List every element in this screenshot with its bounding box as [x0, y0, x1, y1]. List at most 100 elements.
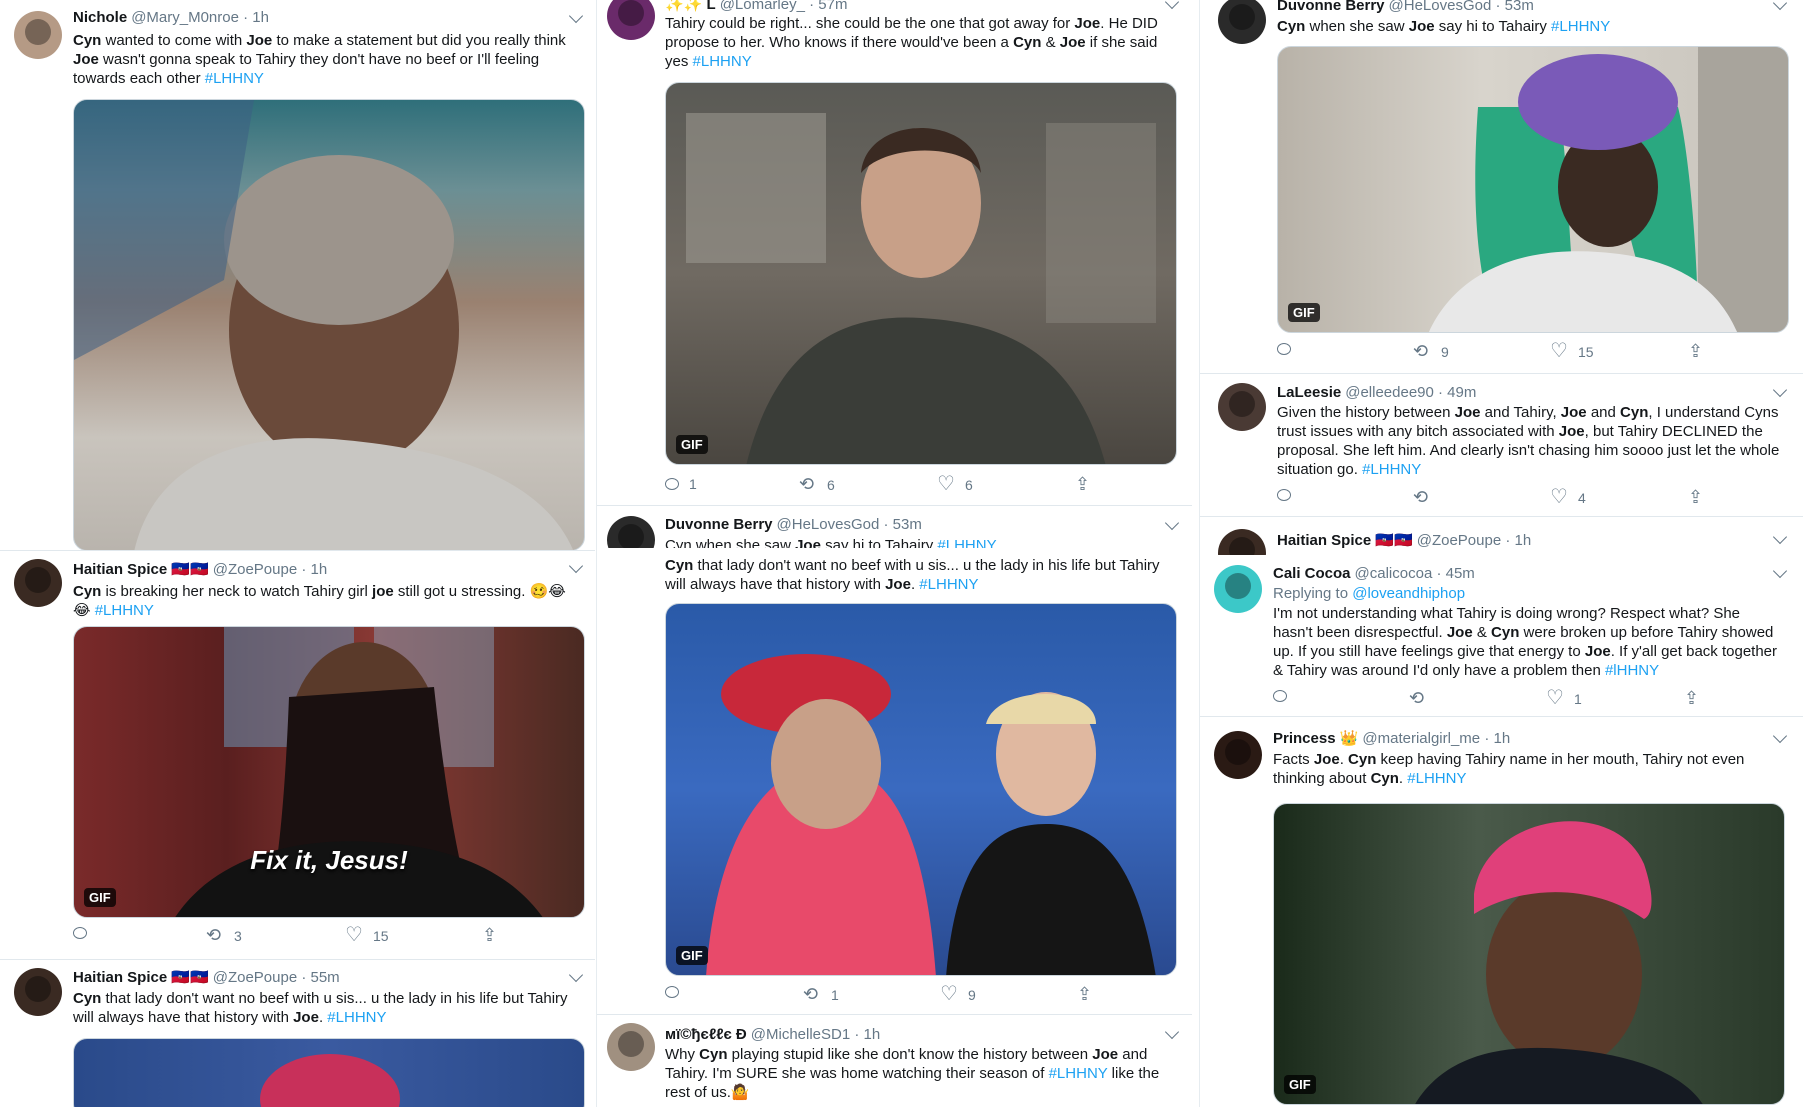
share-icon [1684, 689, 1702, 708]
reply-button[interactable]: 1 [665, 476, 697, 492]
tweet-cali-cocoa[interactable]: Cali Cocoa @calicocoa · 45m Replying to @… [1200, 555, 1803, 715]
like-button[interactable]: 6 [937, 475, 973, 494]
share-button[interactable] [1684, 689, 1702, 708]
retweet-button[interactable] [1409, 689, 1427, 708]
author-name[interactable]: ✨✨ L [665, 0, 716, 13]
tweet-princess[interactable]: Princess 👑 @materialgirl_me · 1h Facts Jo… [1200, 717, 1803, 1107]
author-name[interactable]: Haitian Spice 🇭🇹🇭🇹 [73, 969, 209, 986]
like-count: 15 [1578, 344, 1594, 360]
avatar[interactable] [14, 11, 62, 59]
chevron-down-icon[interactable] [1772, 382, 1788, 398]
avatar[interactable] [607, 1023, 655, 1071]
tweet-l-lomarley[interactable]: ✨✨ L @Lomarley_ · 57m Tahiry could be rig… [597, 0, 1192, 505]
reply-icon [665, 478, 679, 490]
tweet-media[interactable]: Fix it, Jesus! GIF [73, 626, 585, 918]
author-name[interactable]: Duvonne Berry [1277, 0, 1385, 14]
share-button[interactable] [1075, 475, 1093, 494]
retweet-button[interactable]: 6 [799, 475, 835, 494]
author-handle: @ZoePoupe · 1h [1416, 532, 1532, 549]
timeline-column-left: Nichole @Mary_M0nroe · 1h Cyn wanted to c… [0, 0, 595, 1107]
replying-handle-link[interactable]: @loveandhiphop [1352, 585, 1465, 602]
tweet-haitian-spice-2[interactable]: Haitian Spice 🇭🇹🇭🇹 @ZoePoupe · 55m Cyn th… [0, 960, 595, 1107]
tweet-media[interactable]: GIF [1273, 803, 1785, 1105]
tweet-media[interactable]: GIF [1277, 46, 1789, 333]
tweet-text: Why Cyn playing stupid like she don't kn… [665, 1046, 1160, 1101]
avatar[interactable] [607, 0, 655, 40]
reply-button[interactable] [1277, 343, 1291, 355]
author-name[interactable]: мї©ђєℓℓє Đ [665, 1026, 747, 1043]
tweet-media[interactable]: GIF [665, 603, 1177, 976]
retweet-button[interactable] [1413, 488, 1431, 507]
share-icon [1688, 342, 1706, 361]
chevron-down-icon[interactable] [1164, 0, 1180, 10]
like-button[interactable]: 4 [1550, 488, 1586, 507]
avatar[interactable] [607, 516, 655, 548]
chevron-down-icon[interactable] [1772, 728, 1788, 744]
gif-badge: GIF [1288, 303, 1320, 322]
tweet-media[interactable]: GIF [665, 82, 1177, 465]
chevron-down-icon[interactable] [1164, 515, 1180, 531]
chevron-down-icon[interactable] [1772, 0, 1788, 11]
retweet-count: 1 [831, 987, 839, 1003]
avatar[interactable] [1218, 529, 1266, 555]
tweet-haitian-spice-overlap[interactable]: Haitian Spice 🇭🇹🇭🇹 @ZoePoupe · 1h [1200, 517, 1803, 555]
author-name[interactable]: Haitian Spice 🇭🇹🇭🇹 [73, 561, 209, 578]
like-button[interactable]: 1 [1546, 689, 1582, 708]
avatar[interactable] [1214, 731, 1262, 779]
chevron-down-icon[interactable] [568, 558, 584, 574]
like-button[interactable]: 9 [940, 985, 976, 1004]
share-button[interactable] [482, 926, 500, 945]
chevron-down-icon[interactable] [1164, 1024, 1180, 1040]
author-name[interactable]: Nichole [73, 9, 127, 26]
reply-icon [73, 927, 87, 939]
tweet-text: Tahiry could be right... she could be th… [665, 15, 1158, 70]
tweet-text: Facts Joe. Cyn keep having Tahiry name i… [1273, 751, 1745, 787]
share-button[interactable] [1688, 488, 1706, 507]
tweet-laleesie[interactable]: LaLeesie @elleedee90 · 49m Given the hist… [1200, 374, 1803, 516]
retweet-icon [1413, 342, 1431, 361]
tweet-actions: 9 15 [1277, 342, 1782, 363]
tweet-haitian-spice-3[interactable]: Cyn that lady don't want no beef with u … [597, 548, 1192, 1014]
tweet-duvonne-berry-overlap[interactable]: Duvonne Berry @HeLovesGod · 53m Cyn when … [597, 506, 1192, 548]
author-name[interactable]: Cali Cocoa [1273, 565, 1351, 582]
like-count: 6 [965, 477, 973, 493]
retweet-icon [803, 985, 821, 1004]
tweet-text: Cyn that lady don't want no beef with u … [73, 990, 568, 1026]
replying-line: Replying to @loveandhiphop [1273, 584, 1778, 603]
chevron-down-icon[interactable] [1772, 563, 1788, 579]
chevron-down-icon[interactable] [1772, 529, 1788, 545]
avatar[interactable] [14, 968, 62, 1016]
tweet-haitian-spice-1[interactable]: Haitian Spice 🇭🇹🇭🇹 @ZoePoupe · 1h Cyn is … [0, 551, 595, 959]
avatar[interactable] [1218, 383, 1266, 431]
reply-button[interactable] [1277, 489, 1291, 501]
retweet-button[interactable]: 9 [1413, 342, 1449, 361]
chevron-down-icon[interactable] [568, 8, 584, 24]
tweet-media[interactable] [73, 1038, 585, 1107]
author-handle: @ZoePoupe · 1h [212, 561, 328, 578]
chevron-down-icon[interactable] [568, 967, 584, 983]
retweet-button[interactable]: 3 [206, 926, 242, 945]
author-name[interactable]: Duvonne Berry [665, 516, 773, 533]
share-button[interactable] [1077, 985, 1095, 1004]
tweet-duvonne-berry[interactable]: Duvonne Berry @HeLovesGod · 53m Cyn when … [1200, 0, 1803, 372]
author-name[interactable]: Princess 👑 [1273, 730, 1358, 747]
reply-button[interactable] [73, 927, 87, 939]
share-button[interactable] [1688, 342, 1706, 361]
avatar[interactable] [1214, 565, 1262, 613]
retweet-button[interactable]: 1 [803, 985, 839, 1004]
author-name[interactable]: Haitian Spice 🇭🇹🇭🇹 [1277, 532, 1413, 549]
reply-button[interactable] [1273, 690, 1287, 702]
gif-preview-wrestlers [706, 654, 1156, 975]
like-button[interactable]: 15 [345, 926, 389, 945]
avatar[interactable] [14, 559, 62, 607]
avatar[interactable] [1218, 0, 1266, 44]
like-button[interactable]: 15 [1550, 342, 1594, 361]
tweet-media[interactable] [73, 99, 585, 551]
tweet-actions: 1 9 [665, 985, 1170, 1006]
gif-preview-man [1429, 47, 1788, 332]
author-name[interactable]: LaLeesie [1277, 384, 1341, 401]
heart-icon [1550, 342, 1568, 361]
tweet-nichole[interactable]: Nichole @Mary_M0nroe · 1h Cyn wanted to c… [0, 0, 595, 551]
reply-button[interactable] [665, 986, 679, 998]
tweet-michelle[interactable]: мї©ђєℓℓє Đ @MichelleSD1 · 1h Why Cyn play… [597, 1015, 1192, 1107]
